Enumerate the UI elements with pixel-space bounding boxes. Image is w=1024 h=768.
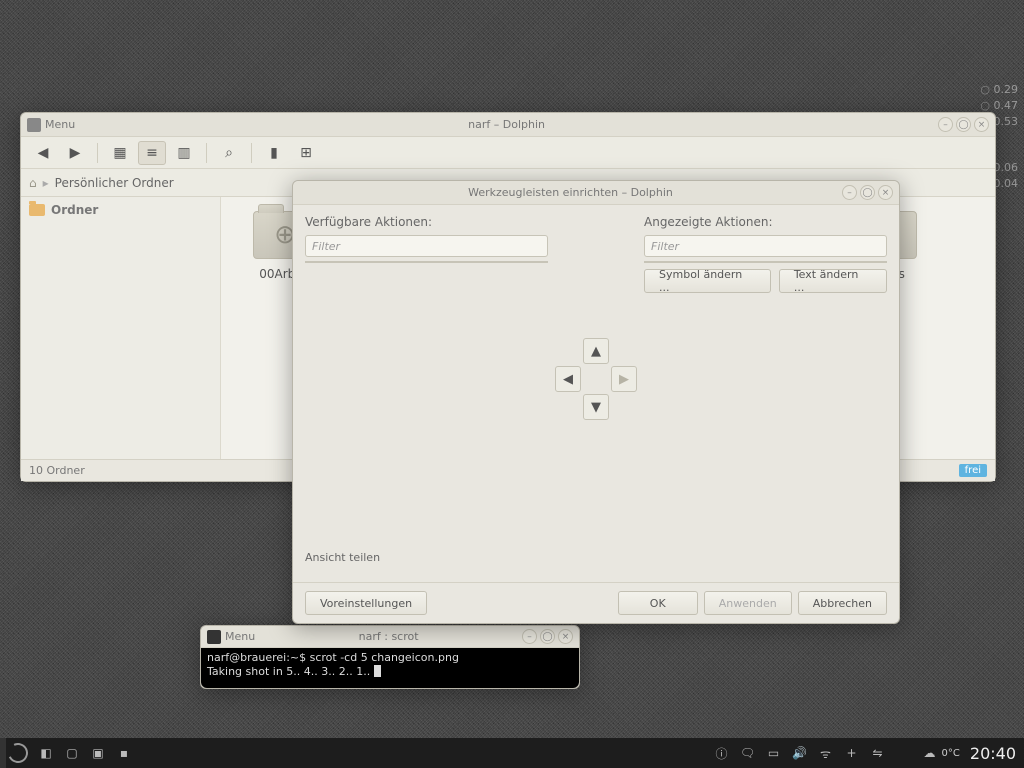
dolphin-toolbar: ◀ ▶ ▦ ≡ ▥ ⌕ ▮ ⊞	[21, 137, 995, 169]
selection-caption: Ansicht teilen	[305, 551, 887, 564]
preview-button[interactable]: ▮	[260, 141, 288, 165]
minimize-icon[interactable]: –	[522, 629, 537, 644]
displayed-actions-list[interactable]: ←Zurück→Nach vorne--- Trenner ---▦Symbol…	[644, 261, 887, 263]
dolphin-title: narf – Dolphin	[75, 118, 938, 131]
defaults-button[interactable]: Voreinstellungen	[305, 591, 427, 615]
cancel-button[interactable]: Abbrechen	[798, 591, 887, 615]
free-space-badge: frei	[959, 464, 987, 477]
wifi-icon[interactable]: ᯤ	[818, 745, 834, 761]
temperature: 0°C	[942, 748, 960, 759]
transfer-buttons: ▲ ◀ ▶ ▼	[556, 338, 636, 420]
volume-icon[interactable]: 🔊	[792, 745, 808, 761]
cursor-icon	[374, 665, 381, 677]
terminal-window: Menu narf : scrot – ◯ × narf@brauerei:~$…	[200, 625, 580, 689]
available-filter-input[interactable]: Filter	[305, 235, 548, 257]
change-icon-button[interactable]: Symbol ändern ...	[644, 269, 771, 293]
minimize-icon[interactable]: –	[842, 185, 857, 200]
scrollbar-horizontal[interactable]	[306, 261, 533, 262]
menu-label[interactable]: Menu	[45, 118, 75, 131]
available-actions-list[interactable]: --- Trenner ---AbsteigendAdresse ändern↻…	[305, 261, 548, 263]
close-icon[interactable]: ×	[558, 629, 573, 644]
terminal-titlebar[interactable]: Menu narf : scrot – ◯ ×	[201, 626, 579, 648]
plus-icon[interactable]: +	[844, 745, 860, 761]
battery-icon[interactable]: ▭	[766, 745, 782, 761]
maximize-icon[interactable]: ◯	[860, 185, 875, 200]
displayed-filter-input[interactable]: Filter	[644, 235, 887, 257]
home-icon[interactable]: ⌂	[29, 176, 37, 190]
search-button[interactable]: ⌕	[215, 141, 243, 165]
dolphin-titlebar[interactable]: Menu narf – Dolphin – ◯ ×	[21, 113, 995, 137]
breadcrumb-segment[interactable]: Persönlicher Ordner	[55, 176, 174, 190]
close-icon[interactable]: ×	[878, 185, 893, 200]
task-window-icon[interactable]: ▣	[90, 745, 106, 761]
terminal-app-icon	[207, 630, 221, 644]
minimize-icon[interactable]: –	[938, 117, 953, 132]
forward-button[interactable]: ▶	[61, 141, 89, 165]
move-left-button[interactable]: ◀	[555, 366, 581, 392]
close-icon[interactable]: ×	[974, 117, 989, 132]
taskbar-panel[interactable]: ◧ ▢ ▣ ▪ ⓘ 🗨 ▭ 🔊 ᯤ + ⇋ ☁ 0°C 20:40	[0, 738, 1024, 768]
details-view-button[interactable]: ≡	[138, 141, 166, 165]
move-right-button[interactable]: ▶	[611, 366, 637, 392]
dolphin-app-icon	[27, 118, 41, 132]
available-actions-label: Verfügbare Aktionen:	[305, 215, 548, 229]
split-button[interactable]: ⊞	[292, 141, 320, 165]
back-button[interactable]: ◀	[29, 141, 57, 165]
status-count: 10 Ordner	[29, 464, 85, 477]
task-window-icon[interactable]: ▢	[64, 745, 80, 761]
terminal-output[interactable]: narf@brauerei:~$ scrot -cd 5 changeicon.…	[201, 648, 579, 688]
dialog-title: Werkzeugleisten einrichten – Dolphin	[299, 186, 842, 199]
change-text-button[interactable]: Text ändern ...	[779, 269, 887, 293]
chat-icon[interactable]: 🗨	[740, 745, 756, 761]
icons-view-button[interactable]: ▦	[106, 141, 134, 165]
places-sidebar: Ordner	[21, 197, 221, 459]
sidebar-header: Ordner	[51, 203, 98, 217]
ok-button[interactable]: OK	[618, 591, 698, 615]
clock[interactable]: 20:40	[970, 744, 1016, 763]
move-up-button[interactable]: ▲	[583, 338, 609, 364]
columns-view-button[interactable]: ▥	[170, 141, 198, 165]
info-icon[interactable]: ⓘ	[714, 745, 730, 761]
move-down-button[interactable]: ▼	[583, 394, 609, 420]
app-launcher-icon[interactable]	[5, 740, 31, 766]
apply-button[interactable]: Anwenden	[704, 591, 792, 615]
terminal-title: narf : scrot	[255, 630, 522, 643]
task-terminal-icon[interactable]: ▪	[116, 745, 132, 761]
maximize-icon[interactable]: ◯	[540, 629, 555, 644]
panel-hide-handle[interactable]	[0, 738, 6, 768]
activity-icon[interactable]: ◧	[38, 745, 54, 761]
usb-icon[interactable]: ⇋	[870, 745, 886, 761]
displayed-actions-label: Angezeigte Aktionen:	[644, 215, 887, 229]
menu-label[interactable]: Menu	[225, 630, 255, 643]
weather-icon[interactable]: ☁	[922, 745, 938, 761]
maximize-icon[interactable]: ◯	[956, 117, 971, 132]
toolbar-config-dialog: Werkzeugleisten einrichten – Dolphin – ◯…	[292, 180, 900, 624]
folder-icon	[29, 204, 45, 216]
dialog-titlebar[interactable]: Werkzeugleisten einrichten – Dolphin – ◯…	[293, 181, 899, 205]
